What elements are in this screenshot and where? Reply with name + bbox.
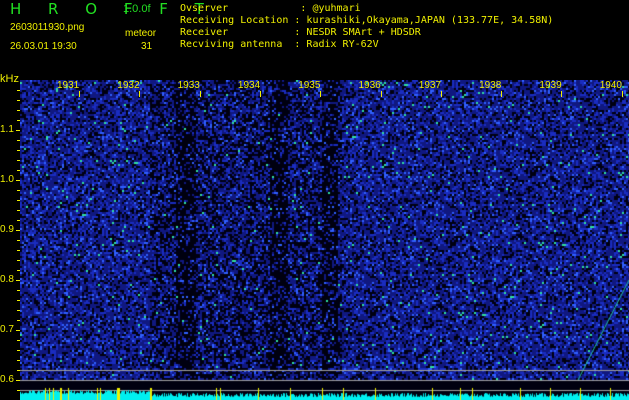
time-label: 1931 (57, 80, 80, 91)
y-minor-tick (17, 370, 20, 371)
time-label: 1934 (237, 80, 261, 91)
y-tick-label: 0.8 (0, 274, 14, 285)
time-tick (561, 91, 563, 97)
y-minor-tick (17, 140, 20, 141)
y-minor-tick (17, 320, 20, 321)
time-tick (320, 91, 322, 97)
y-minor-tick (17, 290, 20, 291)
y-minor-tick (17, 190, 20, 191)
time-label: 1933 (177, 80, 200, 91)
spectrogram (20, 80, 629, 400)
y-minor-tick (17, 270, 20, 271)
y-minor-tick (17, 250, 20, 251)
time-tick (380, 91, 382, 97)
y-unit-label: kHz (0, 73, 19, 85)
y-minor-tick (17, 220, 20, 221)
version-label: 1.0.0f (123, 3, 151, 15)
time-label: 1935 (298, 80, 321, 91)
y-minor-tick (17, 240, 20, 241)
y-minor-tick (17, 150, 20, 151)
y-tick-label: 1.1 (0, 124, 14, 135)
y-minor-tick (17, 160, 20, 161)
antenna-info: Recviving antenna : Radix RY-62V (180, 39, 379, 50)
y-minor-tick (17, 330, 20, 331)
time-label: 1932 (117, 80, 140, 91)
y-tick-label: 0.7 (0, 324, 14, 335)
y-minor-tick (17, 200, 20, 201)
time-label: 1938 (479, 80, 502, 91)
time-label: 1939 (539, 80, 562, 91)
y-minor-tick (17, 360, 20, 361)
receiver-info: Receiver : NESDR SMArt + HDSDR (180, 27, 421, 38)
time-tick (259, 91, 261, 97)
y-tick-label: 0.9 (0, 224, 14, 235)
y-tick-label: 0.6 (0, 374, 14, 385)
time-tick (139, 91, 141, 97)
y-minor-tick (17, 280, 20, 281)
observer-info: Ovserver : @yuhmari (180, 3, 361, 14)
y-minor-tick (17, 230, 20, 231)
y-minor-tick (17, 180, 20, 181)
y-minor-tick (17, 130, 20, 131)
y-tick-label: 1.0 (0, 174, 14, 185)
y-minor-tick (17, 390, 20, 391)
meteor-label: meteor (125, 28, 157, 39)
y-minor-tick (17, 100, 20, 101)
meteor-count: 31 (141, 41, 153, 52)
time-label: 1937 (418, 80, 442, 91)
time-tick (501, 91, 503, 97)
datetime-label: 26.03.01 19:30 (10, 41, 77, 52)
y-minor-tick (17, 310, 20, 311)
y-minor-tick (17, 260, 20, 261)
time-label: 1940 (599, 80, 622, 91)
time-tick (440, 91, 442, 97)
y-minor-tick (17, 170, 20, 171)
y-minor-tick (17, 350, 20, 351)
y-minor-tick (17, 120, 20, 121)
y-minor-tick (17, 380, 20, 381)
time-tick (79, 91, 80, 97)
y-minor-tick (17, 110, 20, 111)
time-tick (621, 91, 623, 97)
time-tick (199, 91, 201, 97)
y-minor-tick (17, 340, 20, 341)
time-label: 1936 (358, 80, 381, 91)
filename-label: 2603011930.png (10, 22, 85, 33)
y-minor-tick (17, 300, 20, 301)
y-minor-tick (17, 210, 20, 211)
y-minor-tick (17, 90, 20, 91)
location-info: Receiving Location : kurashiki,Okayama,J… (180, 15, 554, 26)
